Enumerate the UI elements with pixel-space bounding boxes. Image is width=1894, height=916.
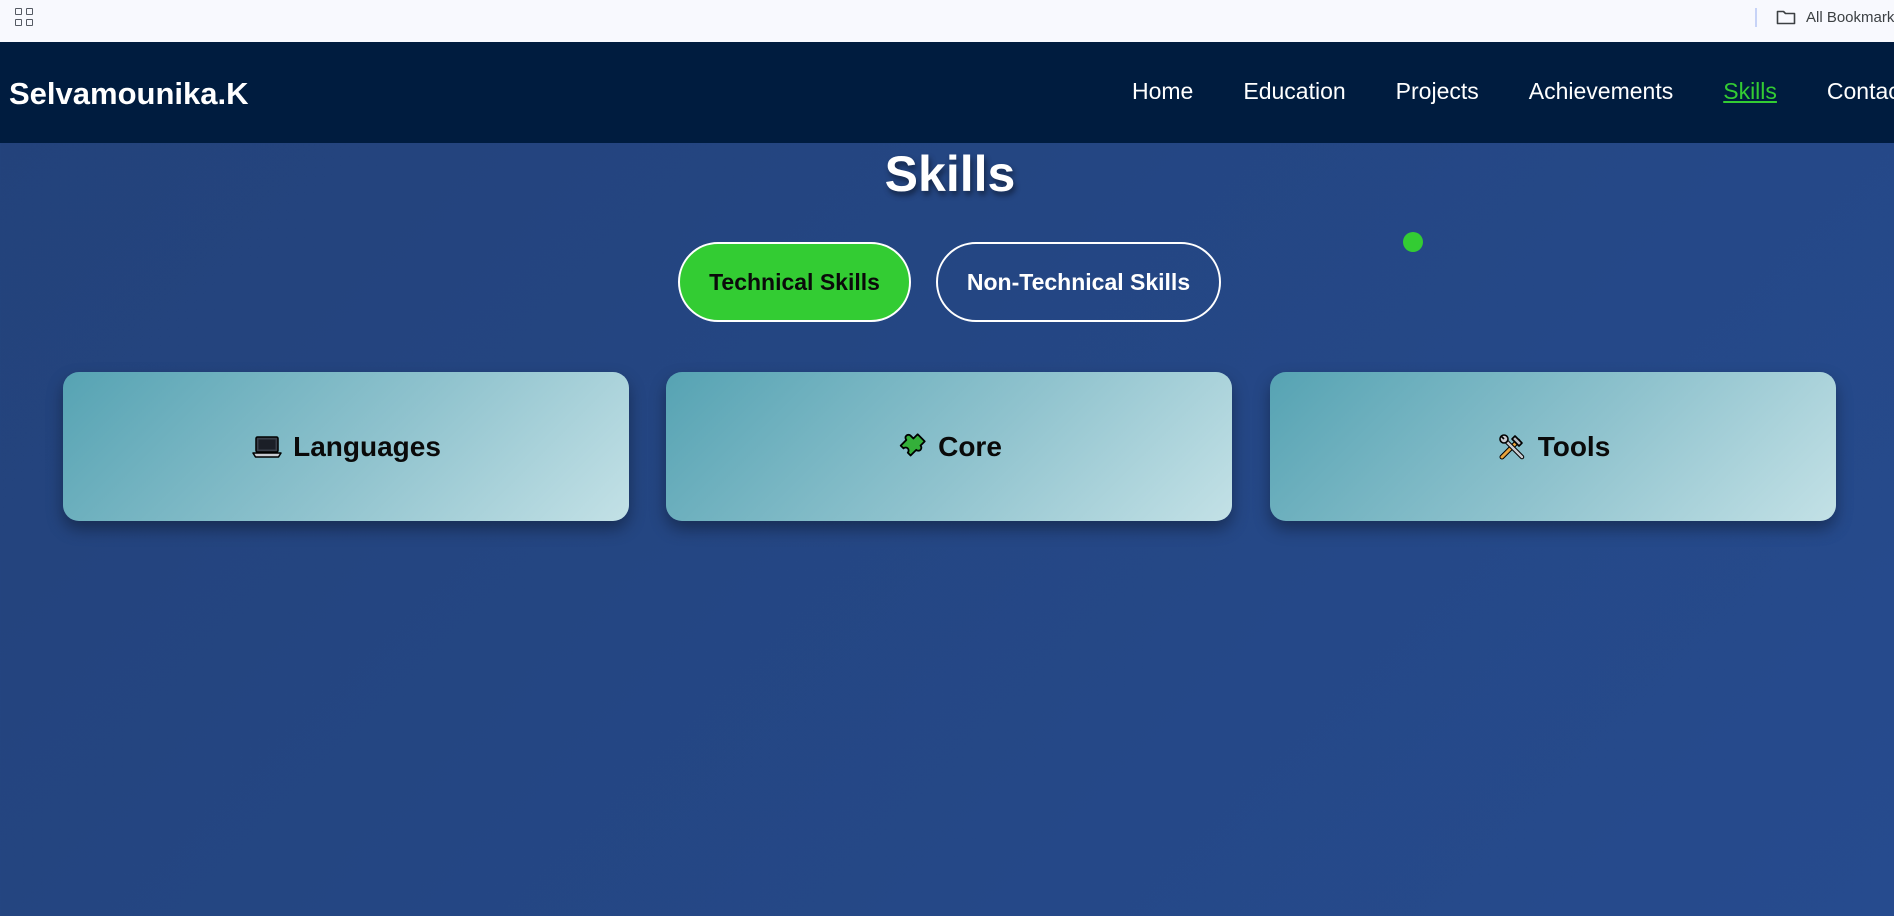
nav-achievements[interactable]: Achievements — [1529, 78, 1673, 105]
puzzle-icon — [896, 431, 928, 463]
all-bookmarks-label: All Bookmark — [1806, 8, 1894, 26]
skill-card-tools[interactable]: Tools — [1270, 372, 1836, 521]
main-nav: Home Education Projects Achievements Ski… — [1132, 78, 1894, 105]
brand-logo-text[interactable]: Selvamounika.K — [9, 76, 248, 112]
skill-card-languages[interactable]: Languages — [63, 372, 629, 521]
bookmarks-bar: All Bookmark — [0, 0, 1894, 42]
bookmarks-divider — [1755, 8, 1757, 27]
nav-projects[interactable]: Projects — [1396, 78, 1479, 105]
tools-icon — [1496, 431, 1528, 463]
skill-card-core[interactable]: Core — [666, 372, 1232, 521]
laptop-icon — [251, 431, 283, 463]
cursor-dot — [1403, 232, 1423, 252]
non-technical-skills-button[interactable]: Non-Technical Skills — [936, 242, 1221, 322]
nav-contact[interactable]: Contact — [1827, 78, 1894, 105]
page-title: Skills — [884, 146, 1016, 202]
card-label-tools: Tools — [1537, 430, 1611, 462]
site-header: Selvamounika.K Home Education Projects A… — [0, 42, 1894, 143]
technical-skills-button[interactable]: Technical Skills — [678, 242, 911, 322]
apps-grid-icon[interactable] — [15, 8, 33, 26]
card-label-languages: Languages — [293, 430, 441, 462]
card-label-core: Core — [938, 430, 1002, 462]
folder-icon — [1776, 9, 1796, 25]
nav-home[interactable]: Home — [1132, 78, 1193, 105]
nav-skills[interactable]: Skills — [1723, 78, 1777, 105]
all-bookmarks-button[interactable]: All Bookmark — [1776, 6, 1894, 28]
nav-education[interactable]: Education — [1243, 78, 1345, 105]
